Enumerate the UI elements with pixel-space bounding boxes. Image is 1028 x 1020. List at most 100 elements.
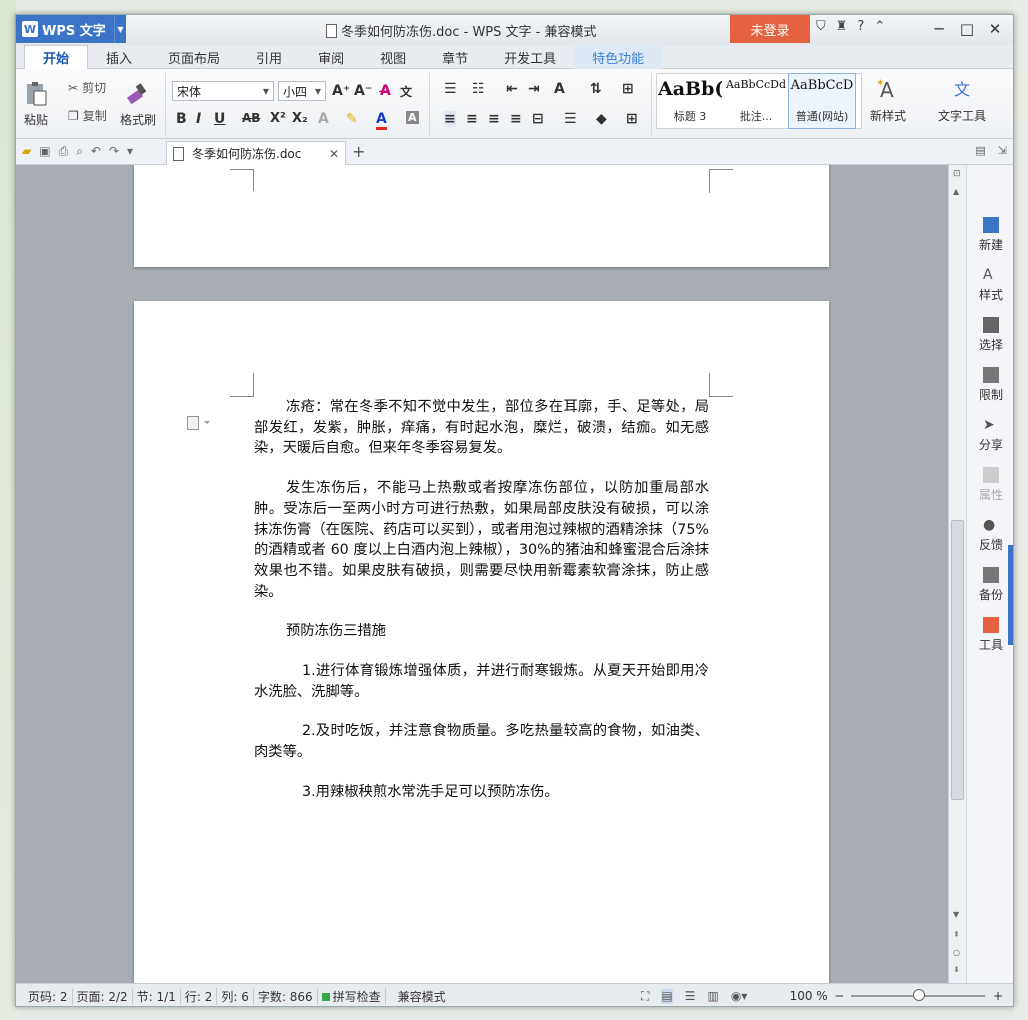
line-spacing-icon[interactable]: ☰ (564, 111, 577, 127)
zoom-out-icon[interactable]: ─ (836, 989, 843, 1003)
copy-button[interactable]: ❐ 复制 (68, 107, 107, 124)
app-menu-arrow-icon[interactable]: ▼ (114, 15, 126, 43)
tab-section[interactable]: 章节 (424, 45, 486, 69)
page-view-icon[interactable]: ▤ (661, 989, 673, 1004)
paragraph-marker-icon[interactable] (187, 416, 210, 430)
underline-icon[interactable]: U (214, 111, 225, 127)
full-screen-icon[interactable]: ⛶ (641, 989, 649, 1004)
justify-icon[interactable]: ≡ (510, 111, 522, 127)
side-style-button[interactable]: A 样式 (967, 267, 1013, 303)
clear-format-icon[interactable]: A̶ (380, 83, 391, 99)
grow-font-icon[interactable]: A⁺ (332, 83, 350, 99)
zoom-in-icon[interactable]: + (993, 989, 1003, 1003)
status-row[interactable]: 行: 2 (181, 987, 218, 1005)
zoom-slider[interactable] (850, 989, 985, 1001)
side-share-button[interactable]: ➤ 分享 (967, 417, 1013, 453)
side-properties-button[interactable]: 属性 (967, 467, 1013, 503)
italic-icon[interactable]: I (196, 111, 201, 127)
ruler-toggle-icon[interactable]: ⊡ (953, 169, 961, 179)
scroll-down-icon[interactable]: ▼ (953, 910, 959, 919)
font-size-combo[interactable]: 小四 ▼ (278, 81, 326, 101)
close-icon[interactable]: ✕ (981, 17, 1009, 41)
next-page-icon[interactable]: ⇟ (953, 965, 960, 974)
status-pages[interactable]: 页面: 2/2 (73, 987, 133, 1005)
borders-icon[interactable]: ⊞ (626, 111, 638, 127)
print-preview-icon[interactable]: ⌕ (76, 144, 83, 159)
save-icon[interactable]: ▣ (39, 144, 50, 159)
side-feedback-button[interactable]: ● 反馈 (967, 517, 1013, 553)
align-center-icon[interactable]: ≡ (466, 111, 478, 127)
increase-indent-icon[interactable]: ⇥ (528, 81, 540, 97)
status-word-count[interactable]: 字数: 866 (254, 987, 318, 1005)
vertical-scrollbar[interactable]: ⊡ ▲ ▼ ⇞ ○ ⇟ (948, 165, 966, 983)
print-icon[interactable]: ⎙ (59, 144, 69, 159)
bullet-list-icon[interactable]: ☰ (444, 81, 457, 97)
collapse-ribbon-icon[interactable]: ⌃ (874, 19, 885, 34)
tab-insert[interactable]: 插入 (88, 45, 150, 69)
phonetic-guide-icon[interactable]: 文 (400, 83, 412, 100)
maximize-icon[interactable]: □ (953, 17, 981, 41)
side-new-button[interactable]: 新建 (967, 217, 1013, 253)
shading-icon[interactable]: ◆ (596, 111, 607, 127)
scrollbar-thumb[interactable] (951, 520, 964, 800)
paragraph[interactable]: 3.用辣椒秧煎水常洗手足可以预防冻伤。 (254, 782, 709, 803)
web-view-icon[interactable]: ◉▾ (731, 989, 748, 1004)
paragraph[interactable]: 预防冻伤三措施 (254, 621, 709, 642)
numbered-list-icon[interactable]: ☷ (472, 81, 485, 97)
scroll-up-icon[interactable]: ▲ (953, 187, 959, 196)
align-left-icon[interactable]: ≡ (444, 111, 456, 127)
subscript-icon[interactable]: X₂ (292, 111, 308, 126)
superscript-icon[interactable]: X² (270, 111, 286, 126)
distribute-icon[interactable]: ⊟ (532, 111, 544, 127)
status-page-number[interactable]: 页码: 2 (24, 987, 73, 1005)
align-right-icon[interactable]: ≡ (488, 111, 500, 127)
minimize-icon[interactable]: ─ (925, 17, 953, 41)
tab-home[interactable]: 开始 (24, 45, 89, 69)
tab-view[interactable]: 视图 (362, 45, 424, 69)
cut-button[interactable]: ✂ 剪切 (68, 79, 106, 96)
side-select-button[interactable]: 选择 (967, 317, 1013, 353)
tab-references[interactable]: 引用 (238, 45, 300, 69)
side-backup-button[interactable]: 备份 (967, 567, 1013, 603)
reading-view-icon[interactable]: ▥ (708, 989, 719, 1004)
side-tools-button[interactable]: 工具 (967, 617, 1013, 653)
zoom-value[interactable]: 100 % (790, 989, 828, 1003)
tab-list-icon[interactable]: ▤ (975, 144, 985, 157)
text-effect-icon[interactable]: A (318, 111, 329, 127)
paragraph[interactable]: 2.及时吃饭，并注意食物质量。多吃热量较高的食物，如油类、肉类等。 (254, 721, 709, 762)
login-button[interactable]: 未登录 (730, 15, 810, 43)
status-column[interactable]: 列: 6 (217, 987, 254, 1005)
tab-page-layout[interactable]: 页面布局 (150, 45, 238, 69)
highlight-icon[interactable]: ✎ (346, 111, 358, 127)
skin-icon[interactable]: ⛉ (816, 19, 826, 34)
table-borders-icon[interactable]: ⊞ (622, 81, 634, 97)
style-normal-web[interactable]: AaBbCcD 普通(网站) (788, 73, 856, 129)
new-tab-icon[interactable]: + (352, 142, 365, 161)
app-menu-button[interactable]: W WPS 文字 ▼ (16, 15, 126, 43)
status-section[interactable]: 节: 1/1 (133, 987, 181, 1005)
format-painter-button[interactable]: 格式刷 (120, 79, 156, 128)
select-browse-icon[interactable]: ○ (953, 948, 960, 957)
shrink-font-icon[interactable]: A⁻ (354, 83, 372, 99)
tab-developer[interactable]: 开发工具 (486, 45, 574, 69)
shirt-icon[interactable]: ♜ (836, 19, 848, 34)
style-comment[interactable]: AaBbCcDd 批注... (723, 74, 789, 128)
decrease-indent-icon[interactable]: ⇤ (506, 81, 518, 97)
open-folder-icon[interactable]: ▰ (22, 144, 31, 159)
outline-view-icon[interactable]: ☰ (685, 989, 696, 1004)
zoom-slider-knob[interactable] (912, 989, 925, 1001)
strikethrough-icon[interactable]: AB (242, 111, 260, 125)
sort-icon[interactable]: ⇅ (590, 81, 602, 97)
tab-special-features[interactable]: 特色功能 (574, 45, 663, 69)
window-arrange-icon[interactable]: ⇲ (998, 144, 1007, 157)
style-heading-3[interactable]: AaBb( 标题 3 (657, 74, 723, 128)
prev-page-icon[interactable]: ⇞ (953, 930, 960, 939)
text-tools-button[interactable]: 文 文字工具 (938, 75, 986, 124)
new-style-button[interactable]: A ✶ 新样式 (870, 75, 906, 124)
redo-icon[interactable]: ↷ (109, 144, 119, 159)
document-body[interactable]: 冻疮：常在冬季不知不觉中发生，部位多在耳廓，手、足等处，局部发红，发紫，肿胀，痒… (254, 397, 709, 822)
char-shading-icon[interactable]: A (406, 111, 419, 124)
tab-review[interactable]: 审阅 (300, 45, 362, 69)
font-name-combo[interactable]: 宋体 ▼ (172, 81, 274, 101)
close-tab-icon[interactable]: ✕ (329, 147, 339, 161)
